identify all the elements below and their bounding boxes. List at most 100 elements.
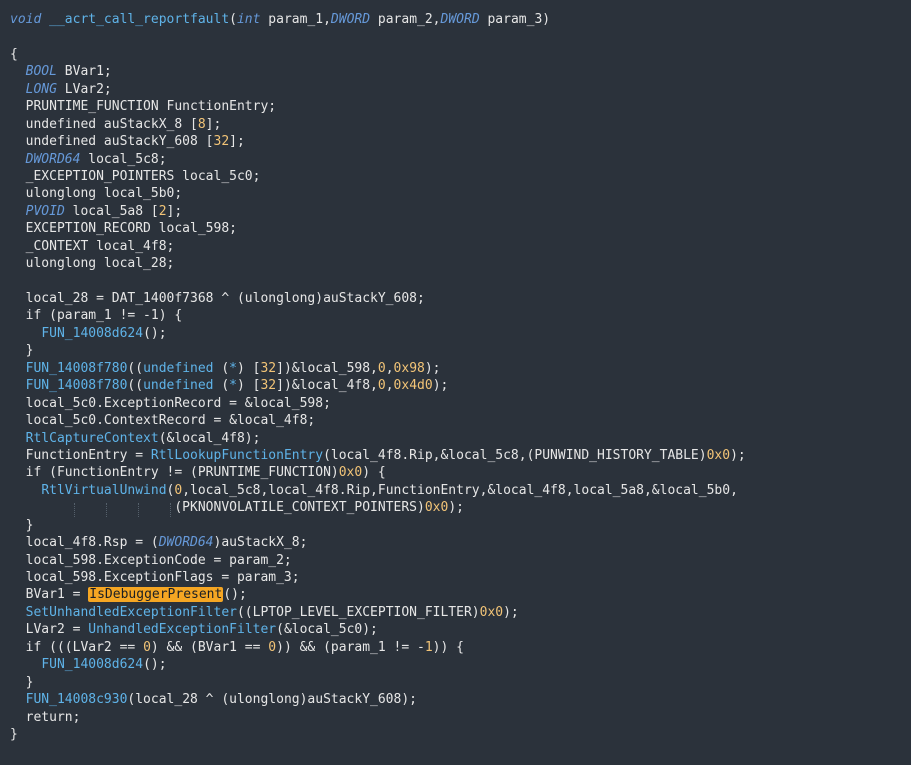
code-token: PRUNTIME_FUNCTION FunctionEntry; — [10, 99, 277, 115]
code-token: FunctionEntry = — [10, 447, 151, 463]
code-token: } — [10, 343, 34, 359]
keyword-token: PVOID — [25, 203, 65, 219]
code-line[interactable]: undefined auStackX_8 [8]; — [10, 116, 746, 133]
code-line[interactable]: PRUNTIME_FUNCTION FunctionEntry; — [10, 98, 746, 115]
code-line[interactable]: FUN_14008d624(); — [10, 656, 746, 673]
code-token: BVar1 = — [10, 587, 89, 603]
code-token: ulonglong local_5b0; — [10, 186, 183, 202]
function-token[interactable]: __acrt_call_reportfault — [41, 12, 229, 27]
function-token[interactable]: SetUnhandledExceptionFilter — [26, 605, 237, 620]
function-token[interactable]: RtlLookupFunctionEntry — [151, 448, 323, 463]
code-line[interactable]: ulonglong local_28; — [10, 255, 746, 272]
code-line[interactable]: LONG LVar2; — [10, 81, 746, 98]
code-token: ( — [229, 12, 237, 27]
code-line[interactable]: return; — [10, 709, 746, 726]
code-token: ) && (BVar1 == — [150, 639, 269, 655]
code-line[interactable]: (PKNONVOLATILE_CONTEXT_POINTERS)0x0); — [10, 499, 746, 516]
keyword-token: DWORD64 — [158, 535, 214, 551]
number-token: 0 — [143, 639, 151, 655]
code-token: } — [10, 726, 18, 742]
code-line[interactable]: } — [10, 674, 746, 691]
function-token[interactable]: FUN_14008f780 — [26, 378, 128, 393]
code-line[interactable]: RtlCaptureContext(&local_4f8); — [10, 430, 746, 447]
code-line[interactable]: _CONTEXT local_4f8; — [10, 238, 746, 255]
code-token: ); — [448, 500, 464, 516]
code-token: ); — [503, 604, 519, 620]
code-line[interactable]: void __acrt_call_reportfault(int param_1… — [10, 11, 746, 28]
decompiled-code-view[interactable]: void __acrt_call_reportfault(int param_1… — [10, 11, 746, 743]
code-token: local_598.ExceptionFlags = param_3; — [10, 570, 300, 585]
code-line[interactable]: SetUnhandledExceptionFilter((LPTOP_LEVEL… — [10, 604, 746, 621]
function-token[interactable]: FUN_14008f780 — [26, 361, 128, 376]
code-line[interactable]: if (param_1 != -1) { — [10, 307, 746, 324]
code-token: undefined auStackY_608 [ — [10, 134, 214, 150]
keyword-token: BOOL — [25, 64, 57, 80]
function-token[interactable]: FUN_14008d624 — [41, 657, 143, 672]
keyword-token: DWORD64 — [25, 151, 81, 167]
code-token: return; — [10, 709, 81, 725]
code-line[interactable]: ulonglong local_5b0; — [10, 185, 746, 202]
code-line[interactable]: EXCEPTION_RECORD local_598; — [10, 220, 746, 237]
code-line[interactable]: BVar1 = IsDebuggerPresent(); — [10, 586, 746, 603]
code-token: )auStackX_8; — [213, 535, 308, 551]
code-line[interactable]: local_598.ExceptionCode = param_2; — [10, 552, 746, 569]
code-line[interactable]: local_5c0.ContextRecord = &local_4f8; — [10, 412, 746, 429]
function-token[interactable]: * — [229, 361, 237, 376]
code-line[interactable]: FunctionEntry = RtlLookupFunctionEntry(l… — [10, 447, 746, 464]
code-token: ) [ — [237, 360, 261, 376]
code-line[interactable]: undefined auStackY_608 [32]; — [10, 133, 746, 150]
code-token: (&local_5c0); — [276, 622, 378, 638]
number-token: 0 — [268, 639, 277, 655]
highlighted-token[interactable]: IsDebuggerPresent — [88, 587, 224, 603]
code-line[interactable]: } — [10, 342, 746, 359]
code-line[interactable]: } — [10, 726, 746, 743]
code-line[interactable]: FUN_14008f780((undefined (*) [32])&local… — [10, 360, 746, 377]
code-line[interactable]: LVar2 = UnhandledExceptionFilter(&local_… — [10, 621, 746, 638]
function-token[interactable]: FUN_14008d624 — [41, 326, 143, 341]
code-line[interactable]: FUN_14008f780((undefined (*) [32])&local… — [10, 377, 746, 394]
function-token[interactable]: * — [229, 378, 237, 393]
code-line[interactable]: FUN_14008c930(local_28 ^ (ulonglong)auSt… — [10, 691, 746, 708]
code-token: (PKNONVOLATILE_CONTEXT_POINTERS) — [10, 500, 425, 516]
code-line[interactable]: DWORD64 local_5c8; — [10, 151, 746, 168]
code-line[interactable]: if (((LVar2 == 0) && (BVar1 == 0)) && (p… — [10, 639, 746, 656]
code-line[interactable]: local_4f8.Rsp = (DWORD64)auStackX_8; — [10, 534, 746, 551]
keyword-token: int — [236, 12, 261, 27]
function-token[interactable]: RtlCaptureContext — [26, 431, 159, 446]
code-line[interactable]: local_28 = DAT_1400f7368 ^ (ulonglong)au… — [10, 290, 746, 307]
number-token: 0 — [377, 360, 386, 376]
number-token: 0x0 — [338, 465, 363, 481]
code-token: (( — [127, 378, 144, 394]
code-line[interactable]: FUN_14008d624(); — [10, 325, 746, 342]
code-line[interactable] — [10, 273, 746, 290]
function-token[interactable]: undefined — [143, 378, 213, 393]
function-token[interactable]: UnhandledExceptionFilter — [88, 622, 276, 637]
code-line[interactable]: PVOID local_5a8 [2]; — [10, 203, 746, 220]
code-line[interactable] — [10, 28, 746, 45]
number-token: 0x98 — [393, 360, 425, 376]
code-line[interactable]: BOOL BVar1; — [10, 63, 746, 80]
code-line[interactable]: local_5c0.ExceptionRecord = &local_598; — [10, 395, 746, 412]
code-line[interactable]: local_598.ExceptionFlags = param_3; — [10, 569, 746, 586]
code-line[interactable]: } — [10, 517, 746, 534]
function-token[interactable]: FUN_14008c930 — [26, 692, 128, 707]
code-line[interactable]: _EXCEPTION_POINTERS local_5c0; — [10, 168, 746, 185]
indent-guide — [138, 503, 140, 517]
code-token: LVar2; — [56, 81, 112, 97]
code-line[interactable]: if (FunctionEntry != (PRUNTIME_FUNCTION)… — [10, 464, 746, 481]
code-token: local_5c0.ContextRecord = &local_4f8; — [10, 413, 316, 429]
code-token: ( — [213, 378, 230, 394]
code-token: if (param_1 != -1) { — [10, 308, 183, 324]
code-token: BVar1; — [56, 64, 112, 80]
code-line[interactable]: RtlVirtualUnwind(0,local_5c8,local_4f8.R… — [10, 482, 746, 499]
keyword-token: void — [10, 12, 42, 27]
function-token[interactable]: undefined — [143, 361, 213, 376]
code-line[interactable]: { — [10, 46, 746, 63]
function-token[interactable]: RtlVirtualUnwind — [41, 483, 166, 498]
